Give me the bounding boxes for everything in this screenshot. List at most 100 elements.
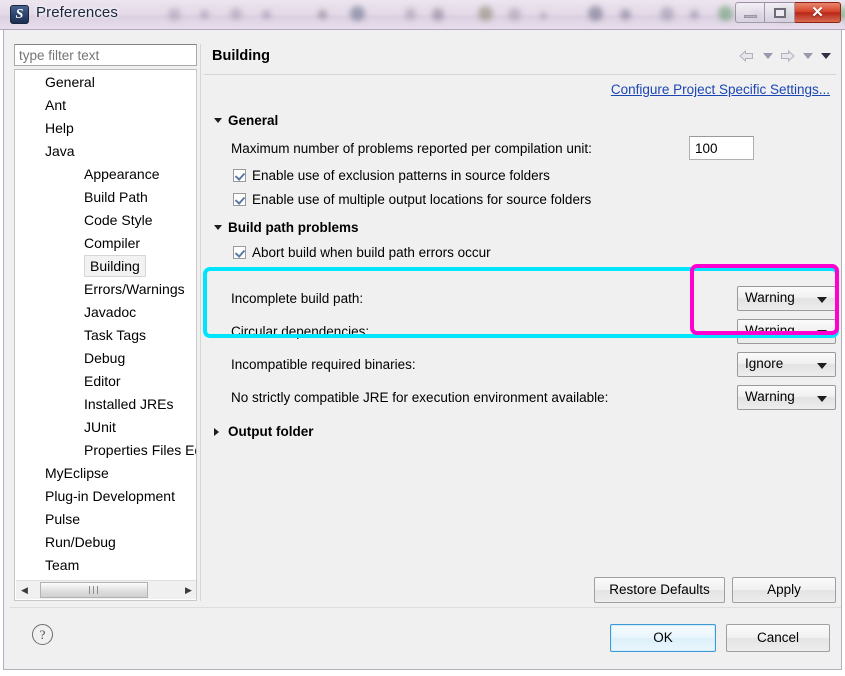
max-problems-label: Maximum number of problems reported per … (231, 141, 592, 156)
back-arrow-icon[interactable] (738, 48, 756, 64)
view-menu-icon[interactable] (818, 48, 832, 64)
section-title-general: General (228, 113, 279, 128)
scrollbar-thumb[interactable] (40, 582, 148, 598)
minimize-icon (744, 15, 757, 18)
dialog-footer: ? OK Cancel (10, 607, 841, 663)
minimize-button[interactable] (735, 2, 765, 23)
tree-item-building[interactable]: Building (84, 255, 146, 277)
configure-project-specific-settings-link[interactable]: Configure Project Specific Settings... (611, 82, 830, 97)
preferences-tree[interactable]: General Ant Help Java Appearance Build P… (14, 69, 197, 601)
section-header-general[interactable]: General (214, 113, 278, 128)
chevron-down-icon (817, 363, 827, 369)
tree-item-team[interactable]: Team (15, 554, 196, 577)
window-titlebar: S Preferences ✕ (0, 0, 845, 30)
maximize-button[interactable] (765, 2, 795, 23)
max-problems-input[interactable] (689, 136, 754, 160)
tree-item-javadoc[interactable]: Javadoc (15, 301, 196, 324)
forward-dropdown-icon[interactable] (800, 48, 814, 64)
forward-arrow-icon[interactable] (778, 48, 796, 64)
tree-item-properties-files-editor[interactable]: Properties Files Editor (15, 439, 196, 462)
label-incompatible-required-binaries: Incompatible required binaries: (231, 357, 416, 372)
restore-defaults-button[interactable]: Restore Defaults (594, 577, 725, 603)
glass-blur-blob (718, 6, 733, 21)
close-icon: ✕ (811, 4, 824, 21)
glass-blur-blob (168, 8, 181, 21)
eclipse-icon: S (10, 5, 29, 24)
section-title-build-path-problems: Build path problems (228, 220, 359, 235)
tree-item-installed-jres[interactable]: Installed JREs (15, 393, 196, 416)
tree-item-myeclipse[interactable]: MyEclipse (15, 462, 196, 485)
tree-item-editor[interactable]: Editor (15, 370, 196, 393)
checkbox-abort-build[interactable] (233, 246, 246, 259)
tree-item-junit[interactable]: JUnit (15, 416, 196, 439)
tree-item-list: General Ant Help Java Appearance Build P… (15, 71, 196, 577)
checkbox-multiple-output-locations[interactable] (233, 193, 246, 206)
tree-item-appearance[interactable]: Appearance (15, 163, 196, 186)
glass-blur-blob (200, 10, 209, 19)
chevron-down-icon (214, 118, 222, 123)
chevron-down-icon (817, 396, 827, 402)
dialog-body: General Ant Help Java Appearance Build P… (7, 32, 841, 665)
preferences-window: S Preferences ✕ General Ant (0, 0, 845, 676)
panel-splitter[interactable] (200, 44, 201, 601)
filter-input[interactable] (14, 44, 197, 66)
close-button[interactable]: ✕ (795, 2, 841, 23)
label-incomplete-build-path: Incomplete build path: (231, 291, 364, 306)
chevron-down-icon (817, 330, 827, 336)
checkbox-label-multiple-output-locations: Enable use of multiple output locations … (252, 192, 592, 207)
combo-incompatible-required-binaries[interactable]: Ignore (737, 352, 836, 377)
label-no-strictly-compatible-jre: No strictly compatible JRE for execution… (231, 390, 609, 405)
chevron-down-icon (817, 297, 827, 303)
preferences-tree-panel: General Ant Help Java Appearance Build P… (14, 44, 197, 601)
tree-item-code-style[interactable]: Code Style (15, 209, 196, 232)
glass-blur-blob (540, 12, 547, 19)
glass-blur-blob (405, 8, 416, 20)
apply-button[interactable]: Apply (732, 577, 836, 603)
window-title: Preferences (36, 4, 118, 21)
tree-item-errors-warnings[interactable]: Errors/Warnings (15, 278, 196, 301)
checkbox-exclusion-patterns[interactable] (233, 169, 246, 182)
help-icon[interactable]: ? (32, 624, 53, 645)
section-header-build-path-problems[interactable]: Build path problems (214, 220, 359, 235)
configure-link-row: Configure Project Specific Settings... (204, 82, 836, 97)
tree-horizontal-scrollbar[interactable]: ◀ ▶ (16, 580, 196, 599)
chevron-down-icon (214, 225, 222, 230)
tree-item-java[interactable]: Java (15, 140, 196, 163)
glass-blur-blob (478, 6, 493, 21)
tree-item-ant[interactable]: Ant (15, 94, 196, 117)
page-title: Building (212, 48, 270, 64)
combo-value-incompatible-required-binaries: Ignore (745, 356, 784, 371)
tree-item-pulse[interactable]: Pulse (15, 508, 196, 531)
tree-item-compiler[interactable]: Compiler (15, 232, 196, 255)
glass-blur-blob (620, 9, 631, 20)
tree-item-run-debug[interactable]: Run/Debug (15, 531, 196, 554)
page-content: Building Configure Project Specific Sett… (204, 44, 836, 603)
tree-item-build-path[interactable]: Build Path (15, 186, 196, 209)
glass-blur-blob (432, 8, 444, 21)
ok-button[interactable]: OK (610, 624, 716, 652)
maximize-icon (774, 8, 786, 18)
scroll-left-arrow-icon[interactable]: ◀ (16, 581, 33, 599)
section-header-output-folder[interactable]: Output folder (214, 424, 313, 439)
label-circular-dependencies: Circular dependencies: (231, 324, 370, 339)
tree-item-help[interactable]: Help (15, 117, 196, 140)
glass-blur-blob (262, 10, 271, 19)
combo-value-circular-dependencies: Warning (745, 323, 795, 338)
combo-incomplete-build-path[interactable]: Warning (737, 286, 836, 311)
glass-blur-blob (508, 8, 521, 21)
section-title-output-folder: Output folder (228, 424, 314, 439)
back-dropdown-icon[interactable] (760, 48, 774, 64)
glass-blur-blob (230, 8, 242, 20)
tree-item-debug[interactable]: Debug (15, 347, 196, 370)
chevron-right-icon (214, 428, 219, 436)
combo-no-strictly-compatible-jre[interactable]: Warning (737, 385, 836, 410)
combo-circular-dependencies[interactable]: Warning (737, 319, 836, 344)
tree-item-general[interactable]: General (15, 71, 196, 94)
cancel-button[interactable]: Cancel (726, 624, 830, 652)
page-header: Building (204, 44, 836, 75)
scroll-right-arrow-icon[interactable]: ▶ (180, 581, 196, 599)
tree-item-task-tags[interactable]: Task Tags (15, 324, 196, 347)
scrollbar-grip-icon (89, 586, 99, 594)
glass-blur-blob (350, 6, 365, 21)
tree-item-plug-in-development[interactable]: Plug-in Development (15, 485, 196, 508)
